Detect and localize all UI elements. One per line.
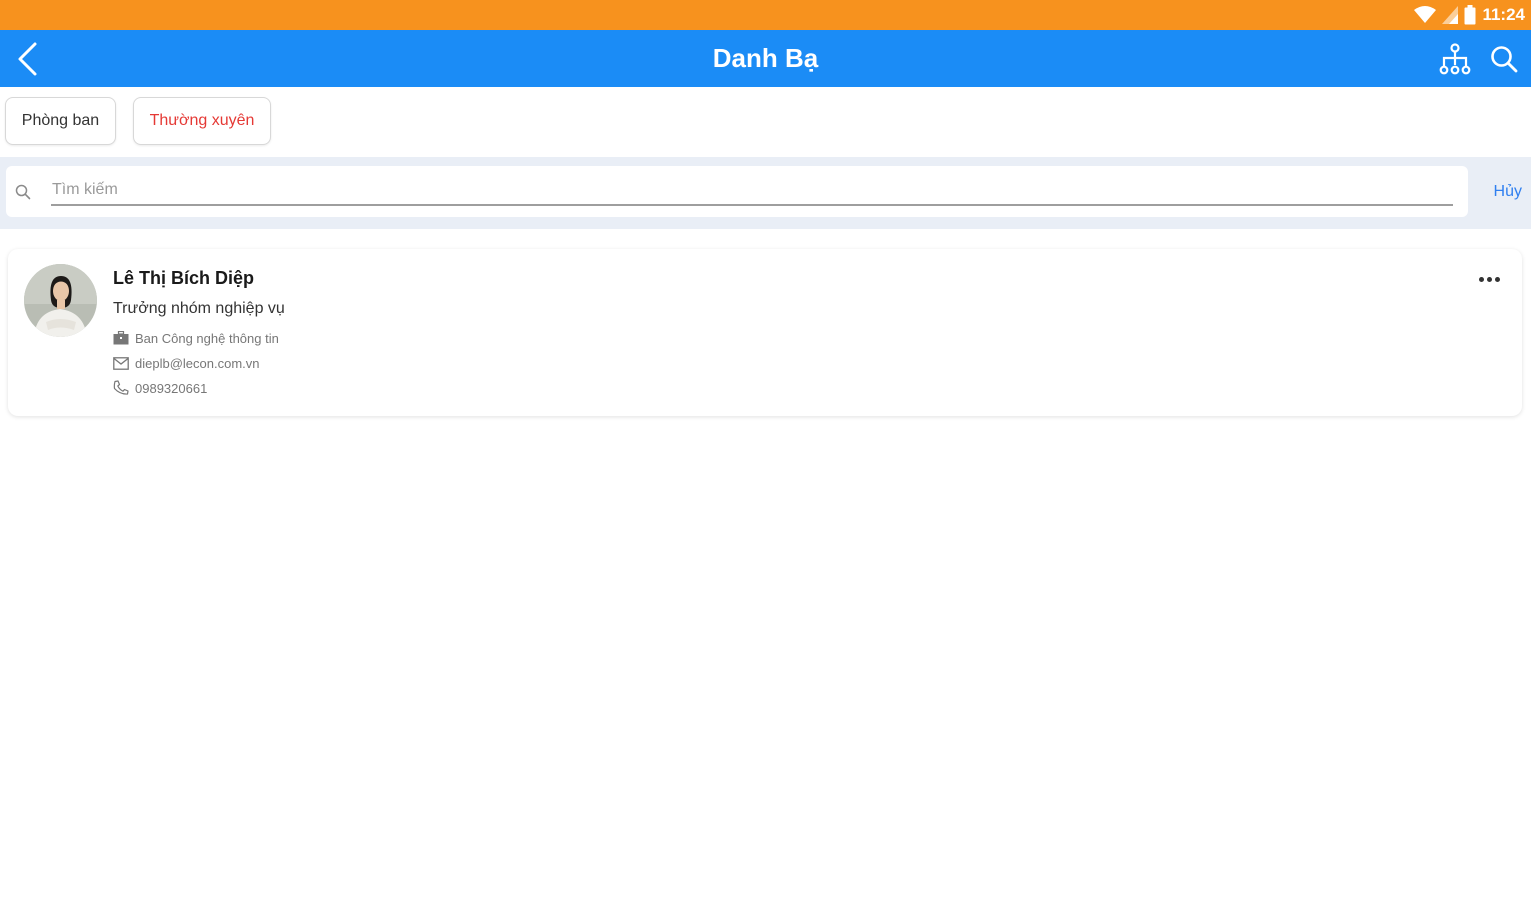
battery-icon — [1464, 5, 1476, 25]
search-bar: Hủy — [0, 157, 1531, 229]
search-icon — [1491, 46, 1518, 73]
back-button[interactable] — [12, 40, 42, 78]
contact-email[interactable]: dieplb@lecon.com.vn — [113, 354, 259, 372]
app-bar: Danh Bạ — [0, 30, 1531, 87]
filter-frequent-button[interactable]: Thường xuyên — [133, 97, 271, 145]
search-button[interactable] — [1487, 42, 1521, 76]
avatar — [24, 264, 97, 337]
phone-text: 0989320661 — [135, 380, 208, 396]
search-box — [6, 166, 1468, 217]
status-time: 11:24 — [1482, 5, 1525, 24]
contact-role: Trưởng nhóm nghiệp vụ — [113, 300, 285, 317]
org-chart-button[interactable] — [1437, 42, 1473, 76]
search-small-icon — [15, 184, 31, 200]
search-input[interactable] — [51, 176, 1453, 206]
page-title: Danh Bạ — [712, 43, 819, 73]
phone-icon — [113, 380, 129, 395]
filter-tabs: Phòng ban Thường xuyên — [0, 87, 1531, 157]
contact-card[interactable]: Lê Thị Bích Diệp Trưởng nhóm nghiệp vụ B… — [8, 249, 1522, 416]
more-options-button[interactable] — [1474, 269, 1504, 289]
building-icon — [113, 331, 129, 345]
contact-phone[interactable]: 0989320661 — [113, 379, 207, 397]
status-indicators: 11:24 — [1414, 4, 1525, 26]
wifi-icon — [1414, 6, 1437, 24]
status-bar: 11:24 — [0, 0, 1531, 30]
signal-icon — [1442, 6, 1459, 24]
back-arrow-icon — [18, 42, 37, 76]
contact-name: Lê Thị Bích Diệp — [113, 268, 255, 288]
email-text: dieplb@lecon.com.vn — [135, 355, 260, 371]
filter-department-button[interactable]: Phòng ban — [5, 97, 116, 145]
contact-department: Ban Công nghệ thông tin — [113, 329, 279, 347]
mail-icon — [113, 356, 129, 370]
department-text: Ban Công nghệ thông tin — [135, 330, 279, 346]
org-chart-icon — [1439, 43, 1471, 75]
cancel-search-button[interactable]: Hủy — [1494, 183, 1522, 201]
more-icon — [1478, 276, 1484, 282]
